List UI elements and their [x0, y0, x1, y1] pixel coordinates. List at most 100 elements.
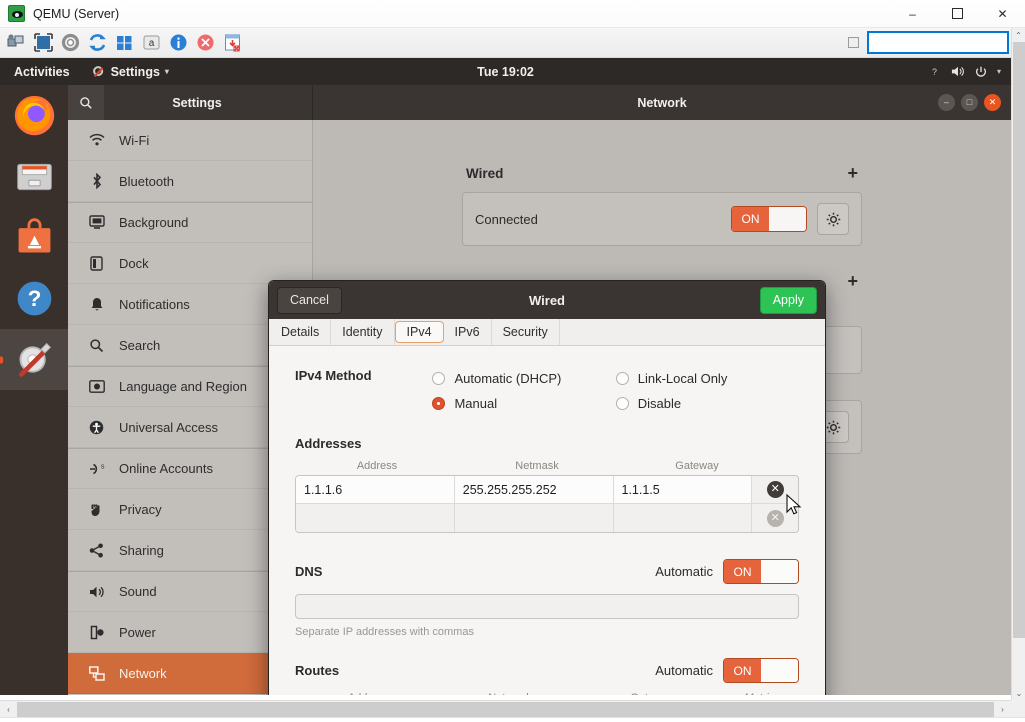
radio-link-local-only[interactable]: Link-Local Only	[616, 366, 799, 391]
send-key-icon[interactable]: a	[141, 32, 162, 53]
radio-manual[interactable]: Manual	[432, 391, 615, 416]
qemu-minimize-button[interactable]: –	[890, 0, 935, 28]
about-icon[interactable]	[168, 32, 189, 53]
sidebar-item-label: Network	[119, 666, 167, 681]
dns-automatic-label: Automatic	[655, 564, 713, 579]
settings-icon[interactable]	[60, 32, 81, 53]
dock-item-ubuntu-software[interactable]	[0, 207, 68, 268]
sidebar-item-label: Dock	[119, 256, 149, 271]
tab-security[interactable]: Security	[492, 319, 560, 345]
firefox-icon	[12, 93, 57, 138]
network-icon	[88, 665, 105, 682]
send-windows-key-icon[interactable]	[114, 32, 135, 53]
dns-hint: Separate IP addresses with commas	[295, 626, 799, 638]
sidebar-item-label: Sound	[119, 584, 157, 599]
sidebar-item-bluetooth[interactable]: Bluetooth	[68, 161, 312, 202]
routes-automatic-toggle[interactable]: ON	[723, 658, 799, 683]
tab-ipv6[interactable]: IPv6	[444, 319, 492, 345]
column-header-netmask: Netmask	[439, 692, 581, 695]
qemu-maximize-button[interactable]	[935, 0, 980, 28]
radio-label: Disable	[638, 396, 681, 411]
cell-netmask[interactable]	[455, 504, 614, 532]
ipv4-method-column-right: Link-Local Only Disable	[616, 366, 799, 416]
dns-automatic-toggle[interactable]: ON	[723, 559, 799, 584]
addresses-title: Addresses	[295, 436, 799, 451]
bell-icon	[88, 296, 105, 313]
settings-icon	[12, 337, 57, 382]
add-connection-button-2[interactable]: +	[847, 272, 858, 290]
addresses-column-headers: Address Netmask Gateway	[295, 460, 799, 472]
radio-icon	[616, 372, 629, 385]
qemu-icon	[8, 5, 25, 22]
sound-icon	[88, 583, 105, 600]
vertical-scrollbar[interactable]: ⌃ ⌄	[1011, 28, 1025, 700]
settings-maximize-button[interactable]: □	[961, 94, 978, 111]
online-accounts-icon: s	[88, 460, 105, 477]
dialog-header: Cancel Wired Apply	[269, 281, 825, 319]
svg-text:a: a	[149, 38, 155, 49]
horizontal-scrollbar-thumb[interactable]	[17, 702, 994, 717]
settings-header-left: Settings	[68, 85, 313, 120]
sidebar-item-label: Universal Access	[119, 420, 218, 435]
svg-text:s: s	[101, 463, 105, 470]
grab-input-icon[interactable]	[6, 32, 27, 53]
delete-address-button[interactable]: ✕	[767, 510, 784, 527]
table-row: 1.1.1.6 255.255.255.252 1.1.1.5 ✕	[296, 476, 798, 504]
sidebar-item-dock[interactable]: Dock	[68, 243, 312, 284]
sidebar-item-label: Sharing	[119, 543, 164, 558]
mouse-cursor	[786, 494, 802, 516]
settings-close-button[interactable]: ✕	[984, 94, 1001, 111]
radio-automatic-dhcp[interactable]: Automatic (DHCP)	[432, 366, 615, 391]
search-icon	[79, 96, 93, 110]
dock: ?	[0, 85, 68, 695]
search-button[interactable]	[68, 85, 104, 120]
fullscreen-icon[interactable]	[33, 32, 54, 53]
scroll-down-arrow[interactable]: ⌄	[1012, 686, 1025, 700]
status-indicators[interactable]: ? ▾	[928, 65, 1001, 79]
wired-settings-button[interactable]	[817, 203, 849, 235]
column-header-address: Address	[297, 692, 439, 695]
radio-disable[interactable]: Disable	[616, 391, 799, 416]
qemu-toolbar: a	[0, 28, 1025, 58]
horizontal-scrollbar[interactable]: ‹ ›	[0, 700, 1011, 717]
dock-item-firefox[interactable]	[0, 85, 68, 146]
power-icon	[974, 65, 988, 79]
cell-address[interactable]	[296, 504, 455, 532]
wired-toggle[interactable]: ON	[731, 206, 807, 232]
cell-netmask[interactable]: 255.255.255.252	[455, 476, 614, 503]
clock[interactable]: Tue 19:02	[0, 65, 1011, 79]
tab-details[interactable]: Details	[270, 319, 331, 345]
dock-item-help[interactable]: ?	[0, 268, 68, 329]
addresses-table: 1.1.1.6 255.255.255.252 1.1.1.5 ✕	[295, 475, 799, 533]
close-icon[interactable]	[195, 32, 216, 53]
cell-address[interactable]: 1.1.1.6	[296, 476, 455, 503]
shutdown-icon[interactable]	[222, 32, 243, 53]
tab-identity[interactable]: Identity	[331, 319, 394, 345]
scroll-right-arrow[interactable]: ›	[994, 705, 1011, 714]
sidebar-item-wi-fi[interactable]: Wi-Fi	[68, 120, 312, 161]
sidebar-item-label: Background	[119, 215, 188, 230]
toggle-on-label: ON	[724, 560, 761, 583]
dns-section: DNS Automatic ON Separate IP addresses w…	[295, 559, 799, 638]
dns-servers-input[interactable]	[295, 594, 799, 619]
files-icon	[12, 154, 57, 199]
qemu-window-title: QEMU (Server)	[33, 7, 119, 21]
dock-item-settings[interactable]	[0, 329, 68, 390]
qemu-address-input[interactable]	[867, 31, 1009, 54]
sidebar-item-background[interactable]: Background	[68, 202, 312, 243]
delete-address-button[interactable]: ✕	[767, 481, 784, 498]
add-connection-button[interactable]: +	[847, 164, 858, 182]
scroll-up-arrow[interactable]: ⌃	[1012, 28, 1025, 42]
settings-minimize-button[interactable]: –	[938, 94, 955, 111]
wifi-icon	[88, 132, 105, 149]
scroll-left-arrow[interactable]: ‹	[0, 705, 17, 714]
cell-gateway[interactable]: 1.1.1.5	[614, 476, 753, 503]
tab-ipv4[interactable]: IPv4	[395, 321, 444, 343]
vertical-scrollbar-thumb[interactable]	[1013, 42, 1025, 638]
reset-icon[interactable]	[87, 32, 108, 53]
sidebar-title: Settings	[104, 96, 312, 110]
dock-item-files[interactable]	[0, 146, 68, 207]
qemu-close-button[interactable]: ✕	[980, 0, 1025, 28]
cell-gateway[interactable]	[614, 504, 753, 532]
column-header-gateway: Gateway	[617, 460, 777, 472]
